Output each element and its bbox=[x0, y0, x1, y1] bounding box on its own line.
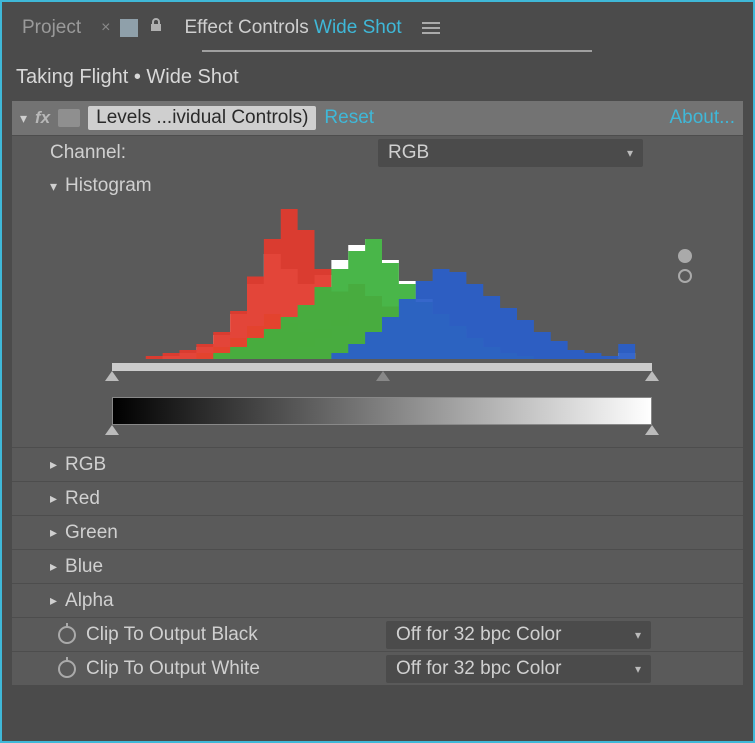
clip-output-black-label: Clip To Output Black bbox=[86, 624, 258, 646]
tab-effect-controls-label: Effect Controls bbox=[184, 17, 308, 38]
reset-link[interactable]: Reset bbox=[324, 107, 374, 129]
histogram-mode-radio-1[interactable] bbox=[678, 249, 692, 263]
histogram-twirl-icon[interactable]: ▾ bbox=[50, 178, 57, 195]
clip-output-white-row: Clip To Output White Off for 32 bpc Colo… bbox=[12, 651, 743, 685]
section-label: Blue bbox=[65, 556, 103, 578]
histogram-section: ▾ Histogram bbox=[12, 169, 743, 447]
section-row-blue[interactable]: ▸ Blue bbox=[12, 549, 743, 583]
stopwatch-icon[interactable] bbox=[58, 660, 76, 678]
channel-dropdown[interactable]: RGB ▾ bbox=[378, 139, 643, 167]
breadcrumb: Taking Flight • Wide Shot bbox=[12, 52, 743, 101]
chevron-right-icon: ▸ bbox=[50, 558, 57, 575]
histogram-label: Histogram bbox=[65, 175, 152, 197]
tab-layer-name: Wide Shot bbox=[314, 17, 402, 38]
preset-icon[interactable] bbox=[58, 109, 80, 127]
effect-header-row: ▾ fx Levels ...ividual Controls) Reset A… bbox=[12, 101, 743, 135]
chevron-down-icon: ▾ bbox=[627, 146, 633, 160]
clip-output-black-row: Clip To Output Black Off for 32 bpc Colo… bbox=[12, 617, 743, 651]
effect-twirl-icon[interactable]: ▾ bbox=[20, 110, 27, 127]
input-white-handle[interactable] bbox=[645, 371, 659, 381]
panel-menu-icon[interactable] bbox=[422, 21, 440, 35]
clip-output-white-dropdown[interactable]: Off for 32 bpc Color ▾ bbox=[386, 655, 651, 683]
clip-output-black-dropdown[interactable]: Off for 32 bpc Color ▾ bbox=[386, 621, 651, 649]
section-label: Green bbox=[65, 522, 118, 544]
tab-close-icon[interactable]: × bbox=[101, 19, 110, 37]
composition-icon[interactable] bbox=[120, 19, 138, 37]
section-row-green[interactable]: ▸ Green bbox=[12, 515, 743, 549]
section-row-rgb[interactable]: ▸ RGB bbox=[12, 447, 743, 481]
chevron-down-icon: ▾ bbox=[635, 628, 641, 642]
tab-effect-controls[interactable]: Effect Controls Wide Shot bbox=[174, 13, 411, 43]
output-levels-gradient[interactable] bbox=[112, 397, 652, 425]
input-gamma-handle[interactable] bbox=[376, 371, 390, 381]
chevron-right-icon: ▸ bbox=[50, 456, 57, 473]
chevron-right-icon: ▸ bbox=[50, 592, 57, 609]
effect-controls-panel: Project × Effect Controls Wide Shot Taki… bbox=[0, 0, 755, 743]
output-white-handle[interactable] bbox=[645, 425, 659, 435]
clip-output-black-value: Off for 32 bpc Color bbox=[396, 624, 561, 646]
section-row-alpha[interactable]: ▸ Alpha bbox=[12, 583, 743, 617]
effect-name[interactable]: Levels ...ividual Controls) bbox=[88, 106, 316, 130]
input-levels-slider[interactable] bbox=[112, 363, 713, 397]
tab-bar: Project × Effect Controls Wide Shot bbox=[12, 8, 743, 48]
section-label: RGB bbox=[65, 454, 106, 476]
lock-icon[interactable] bbox=[148, 17, 164, 39]
fx-icon[interactable]: fx bbox=[35, 108, 50, 128]
output-levels-slider[interactable] bbox=[112, 425, 713, 441]
input-black-handle[interactable] bbox=[105, 371, 119, 381]
channel-label: Channel: bbox=[50, 142, 370, 164]
about-link[interactable]: About... bbox=[670, 107, 736, 129]
section-row-red[interactable]: ▸ Red bbox=[12, 481, 743, 515]
chevron-down-icon: ▾ bbox=[635, 662, 641, 676]
channel-row: Channel: RGB ▾ bbox=[12, 135, 743, 169]
stopwatch-icon[interactable] bbox=[58, 626, 76, 644]
histogram-mode-radio-2[interactable] bbox=[678, 269, 692, 283]
chevron-right-icon: ▸ bbox=[50, 490, 57, 507]
clip-output-white-label: Clip To Output White bbox=[86, 658, 260, 680]
channel-value: RGB bbox=[388, 142, 429, 164]
tab-project[interactable]: Project bbox=[12, 13, 91, 43]
histogram-display[interactable] bbox=[112, 209, 652, 359]
section-label: Red bbox=[65, 488, 100, 510]
clip-output-white-value: Off for 32 bpc Color bbox=[396, 658, 561, 680]
chevron-right-icon: ▸ bbox=[50, 524, 57, 541]
output-black-handle[interactable] bbox=[105, 425, 119, 435]
section-label: Alpha bbox=[65, 590, 114, 612]
